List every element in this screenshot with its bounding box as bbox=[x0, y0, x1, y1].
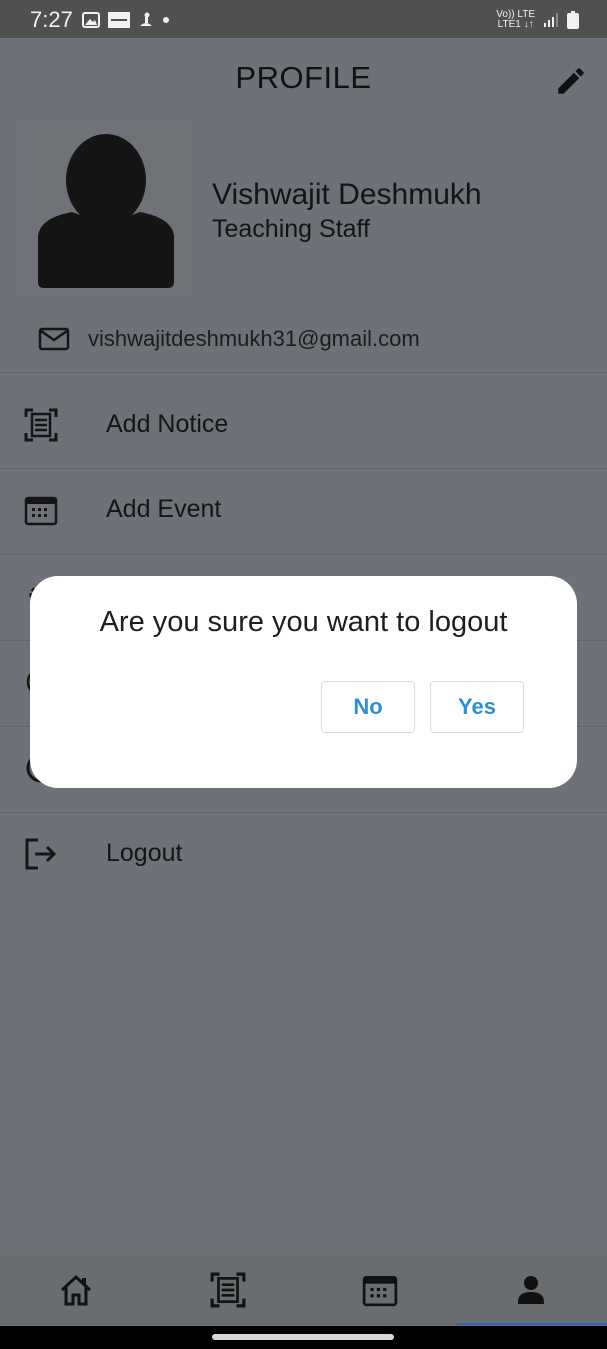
menu-item-label: Add Event bbox=[106, 495, 222, 523]
no-button[interactable]: No bbox=[321, 681, 415, 733]
email-row: vishwajitdeshmukh31@gmail.com bbox=[38, 326, 420, 352]
battery-icon bbox=[567, 11, 579, 29]
profile-role: Teaching Staff bbox=[212, 215, 370, 243]
status-bar: 7:27 Vo)) LTE LTE1 ↓↑ bbox=[0, 0, 607, 38]
nav-events[interactable] bbox=[304, 1256, 456, 1326]
calendar-icon bbox=[362, 1275, 398, 1307]
nav-home[interactable] bbox=[0, 1256, 152, 1326]
person-icon bbox=[518, 1276, 544, 1304]
menu-item-add-notice[interactable]: Add Notice bbox=[0, 384, 607, 468]
system-nav-bar bbox=[0, 1326, 607, 1349]
divider bbox=[0, 372, 607, 373]
profile-name: Vishwajit Deshmukh bbox=[212, 178, 482, 211]
menu-item-label: Add Notice bbox=[106, 410, 229, 438]
home-gesture-pill[interactable] bbox=[212, 1334, 394, 1340]
dialog-message: Are you sure you want to logout bbox=[99, 606, 508, 638]
nav-profile[interactable] bbox=[455, 1256, 607, 1326]
gallery-icon bbox=[82, 12, 100, 28]
status-right: Vo)) LTE LTE1 ↓↑ bbox=[496, 10, 579, 30]
notice-scan-icon bbox=[210, 1272, 246, 1308]
page-title: PROFILE bbox=[235, 60, 372, 95]
email-text: vishwajitdeshmukh31@gmail.com bbox=[88, 326, 420, 351]
app-notification-icon bbox=[108, 12, 130, 28]
status-time: 7:27 bbox=[30, 7, 73, 32]
logout-dialog: Are you sure you want to logout No Yes bbox=[30, 576, 577, 788]
dot-icon bbox=[163, 17, 169, 23]
yoga-icon bbox=[140, 12, 152, 26]
home-icon bbox=[60, 1274, 92, 1306]
logout-icon bbox=[25, 838, 57, 870]
pencil-icon[interactable] bbox=[554, 64, 588, 98]
menu-item-add-event[interactable]: Add Event bbox=[0, 469, 607, 553]
network-indicator: Vo)) LTE LTE1 ↓↑ bbox=[496, 10, 535, 30]
menu-item-label: Logout bbox=[106, 839, 183, 867]
bottom-nav bbox=[0, 1256, 607, 1326]
calendar-icon bbox=[24, 496, 58, 526]
menu-item-logout[interactable]: Logout bbox=[0, 813, 607, 897]
notice-scan-icon bbox=[24, 408, 58, 442]
nav-notices[interactable] bbox=[152, 1256, 304, 1326]
avatar bbox=[22, 124, 192, 292]
notification-icons bbox=[82, 12, 170, 28]
signal-icon bbox=[544, 13, 558, 27]
mail-icon bbox=[38, 327, 70, 351]
yes-button[interactable]: Yes bbox=[430, 681, 524, 733]
network-bottom: LTE1 ↓↑ bbox=[497, 19, 534, 30]
